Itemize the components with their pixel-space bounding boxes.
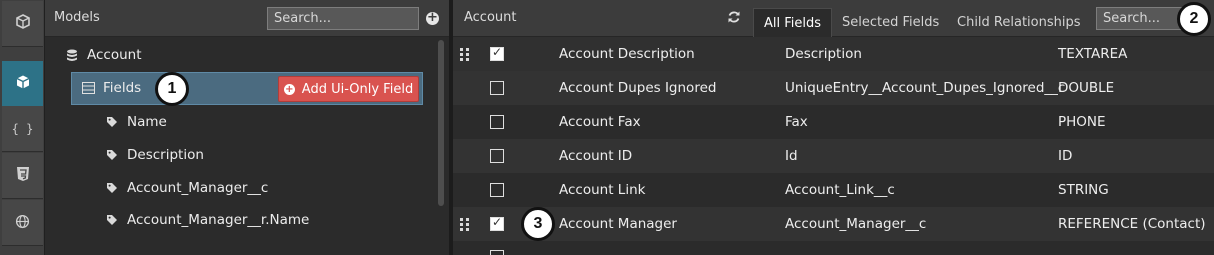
field-api-name: Fax [785, 114, 808, 130]
table-row[interactable]: Account ID Id ID [453, 139, 1214, 173]
row-checkbox[interactable] [490, 183, 504, 197]
field-label: Account Dupes Ignored [559, 80, 717, 96]
models-title: Models [54, 10, 100, 25]
callout-marker-1: 1 [155, 72, 189, 106]
css3-icon [16, 166, 30, 185]
icon-rail: { } [0, 0, 45, 255]
rail-button-css[interactable] [2, 153, 43, 199]
fields-panel: Account All Fields Selected Fields Child… [453, 0, 1214, 255]
field-label: Account Description [559, 46, 695, 62]
field-api-name: UniqueEntry__Account_Dupes_Ignored__c [785, 80, 1066, 96]
tree-item-fields[interactable]: Fields [81, 80, 141, 96]
tree-item-label: Name [127, 114, 167, 130]
tree-item-account[interactable]: Account [65, 47, 142, 63]
callout-marker-3: 3 [521, 207, 555, 241]
field-type: ID [1058, 148, 1073, 164]
tag-icon [105, 214, 119, 226]
table-row[interactable]: ✓ Account Description Description TEXTAR… [453, 37, 1214, 71]
table-row[interactable]: Account Fax Fax PHONE [453, 105, 1214, 139]
tree-item-label: Account_Manager__r.Name [127, 212, 310, 228]
drag-handle-icon[interactable] [460, 48, 472, 61]
globe-icon [15, 214, 30, 232]
cube-stack-icon [15, 14, 31, 33]
tree-item-label: Account [87, 47, 142, 63]
tree-item-label: Account_Manager__c [127, 180, 269, 196]
field-label: Account Link [559, 182, 646, 198]
rail-button-models[interactable] [2, 61, 43, 107]
tree-item-field[interactable]: Account_Manager__c [105, 180, 268, 196]
fields-search-input[interactable] [1096, 7, 1186, 30]
drag-handle-icon[interactable] [460, 218, 472, 231]
field-type: DOUBLE [1058, 80, 1115, 96]
tab-selected-fields[interactable]: Selected Fields [832, 8, 949, 37]
field-type: STRING [1058, 182, 1109, 198]
tree-item-label: Description [127, 147, 204, 163]
rail-button-components[interactable] [2, 1, 43, 47]
field-label: Account Manager [559, 216, 677, 232]
add-model-icon[interactable]: + [426, 11, 439, 25]
add-ui-only-field-button[interactable]: + Add Ui-Only Field [278, 76, 419, 102]
database-icon [65, 49, 79, 62]
models-scrollbar[interactable] [438, 40, 444, 206]
braces-icon: { } [11, 121, 34, 136]
table-row[interactable] [453, 241, 1214, 255]
field-label: Account Fax [559, 114, 641, 130]
field-api-name: Account_Link__c [785, 182, 895, 198]
tree-item-label: Fields [103, 80, 142, 96]
tree-item-field[interactable]: Account_Manager__r.Name [105, 212, 309, 228]
checkmark-icon: ✓ [492, 215, 503, 229]
field-label: Account ID [559, 148, 633, 164]
fields-panel-title: Account [464, 10, 517, 25]
rail-button-javascript[interactable]: { } [2, 106, 43, 152]
field-type: REFERENCE (Contact) [1058, 216, 1206, 232]
tree-item-field[interactable]: Name [105, 114, 167, 130]
cube-icon [15, 74, 31, 93]
table-row[interactable]: ✓ Account Manager Account_Manager__c REF… [453, 207, 1214, 241]
table-row[interactable]: Account Dupes Ignored UniqueEntry__Accou… [453, 71, 1214, 105]
row-checkbox[interactable]: ✓ [490, 45, 504, 61]
models-header: Models + [45, 0, 449, 37]
tree-item-field[interactable]: Description [105, 147, 204, 163]
models-search-input[interactable] [267, 7, 419, 30]
tab-child-relationships[interactable]: Child Relationships [947, 8, 1091, 37]
field-type: TEXTAREA [1058, 46, 1128, 62]
checkmark-icon: ✓ [492, 45, 503, 59]
tag-icon [105, 182, 119, 194]
field-api-name: Id [785, 148, 798, 164]
refresh-icon[interactable] [727, 10, 741, 28]
tag-icon [105, 116, 119, 128]
tab-all-fields[interactable]: All Fields [753, 8, 833, 37]
callout-marker-2: 2 [1177, 2, 1211, 36]
row-checkbox[interactable]: ✓ [490, 215, 504, 231]
row-checkbox[interactable] [490, 81, 504, 95]
field-api-name: Description [785, 46, 862, 62]
app-window: { } Models + Account [0, 0, 1214, 255]
list-icon [81, 82, 95, 94]
plus-circle-icon: + [283, 83, 295, 95]
rail-button-globe[interactable] [2, 200, 43, 246]
row-checkbox[interactable] [490, 149, 504, 163]
table-row[interactable]: Account Link Account_Link__c STRING [453, 173, 1214, 207]
row-checkbox[interactable] [490, 250, 504, 255]
fields-header: Account All Fields Selected Fields Child… [453, 0, 1214, 37]
field-type: PHONE [1058, 114, 1106, 130]
field-api-name: Account_Manager__c [785, 216, 927, 232]
add-ui-only-field-label: Add Ui-Only Field [301, 81, 414, 97]
models-panel: Models + Account Fields + Add Ui-Only Fi… [45, 0, 449, 255]
tag-icon [105, 149, 119, 161]
row-checkbox[interactable] [490, 115, 504, 129]
